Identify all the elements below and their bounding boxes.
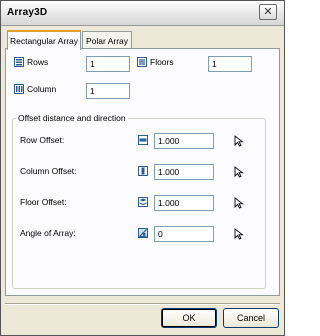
angle-pick-icon[interactable]	[234, 228, 244, 240]
row-offset-input[interactable]: 1.000	[154, 133, 214, 149]
angle-label: Angle of Array:	[20, 228, 76, 238]
floors-input[interactable]: 1	[208, 56, 252, 72]
column-offset-label: Column Offset:	[20, 166, 77, 176]
floor-offset-input[interactable]: 1.000	[154, 195, 214, 211]
title-bar[interactable]: Array3D ✕	[1, 1, 284, 26]
row-offset-icon	[138, 135, 148, 145]
floor-offset-icon	[138, 197, 148, 207]
floor-offset-pick-icon[interactable]	[234, 197, 244, 209]
angle-input[interactable]: 0	[154, 226, 214, 242]
rectangular-array-panel: Rows 1 Floors 1 Column 1 Offset distance…	[5, 48, 280, 296]
angle-icon	[138, 228, 148, 238]
column-label: Column	[27, 84, 57, 94]
floor-offset-label: Floor Offset:	[20, 197, 67, 207]
tab-polar-array[interactable]: Polar Array	[82, 31, 132, 49]
floors-label: Floors	[150, 57, 174, 67]
row-offset-label: Row Offset:	[20, 135, 65, 145]
column-offset-input[interactable]: 1.000	[154, 164, 214, 180]
rows-icon	[14, 57, 24, 67]
row-offset-pick-icon[interactable]	[234, 135, 244, 147]
array3d-dialog: Array3D ✕ Rectangular Array Polar Array …	[0, 0, 285, 336]
column-offset-pick-icon[interactable]	[234, 166, 244, 178]
offset-group-title: Offset distance and direction	[16, 113, 128, 123]
rows-label: Rows	[27, 57, 49, 67]
column-offset-icon	[138, 166, 148, 176]
column-input[interactable]: 1	[86, 83, 130, 99]
ok-button[interactable]: OK	[161, 308, 217, 328]
footer-separator	[5, 303, 280, 305]
rows-input[interactable]: 1	[86, 56, 130, 72]
floors-icon	[137, 57, 147, 67]
window-title: Array3D	[7, 7, 48, 18]
column-icon	[14, 84, 24, 94]
close-icon: ✕	[263, 5, 273, 18]
cancel-button[interactable]: Cancel	[223, 308, 279, 328]
close-button[interactable]: ✕	[259, 4, 277, 20]
tab-rectangular-array[interactable]: Rectangular Array	[7, 30, 81, 50]
